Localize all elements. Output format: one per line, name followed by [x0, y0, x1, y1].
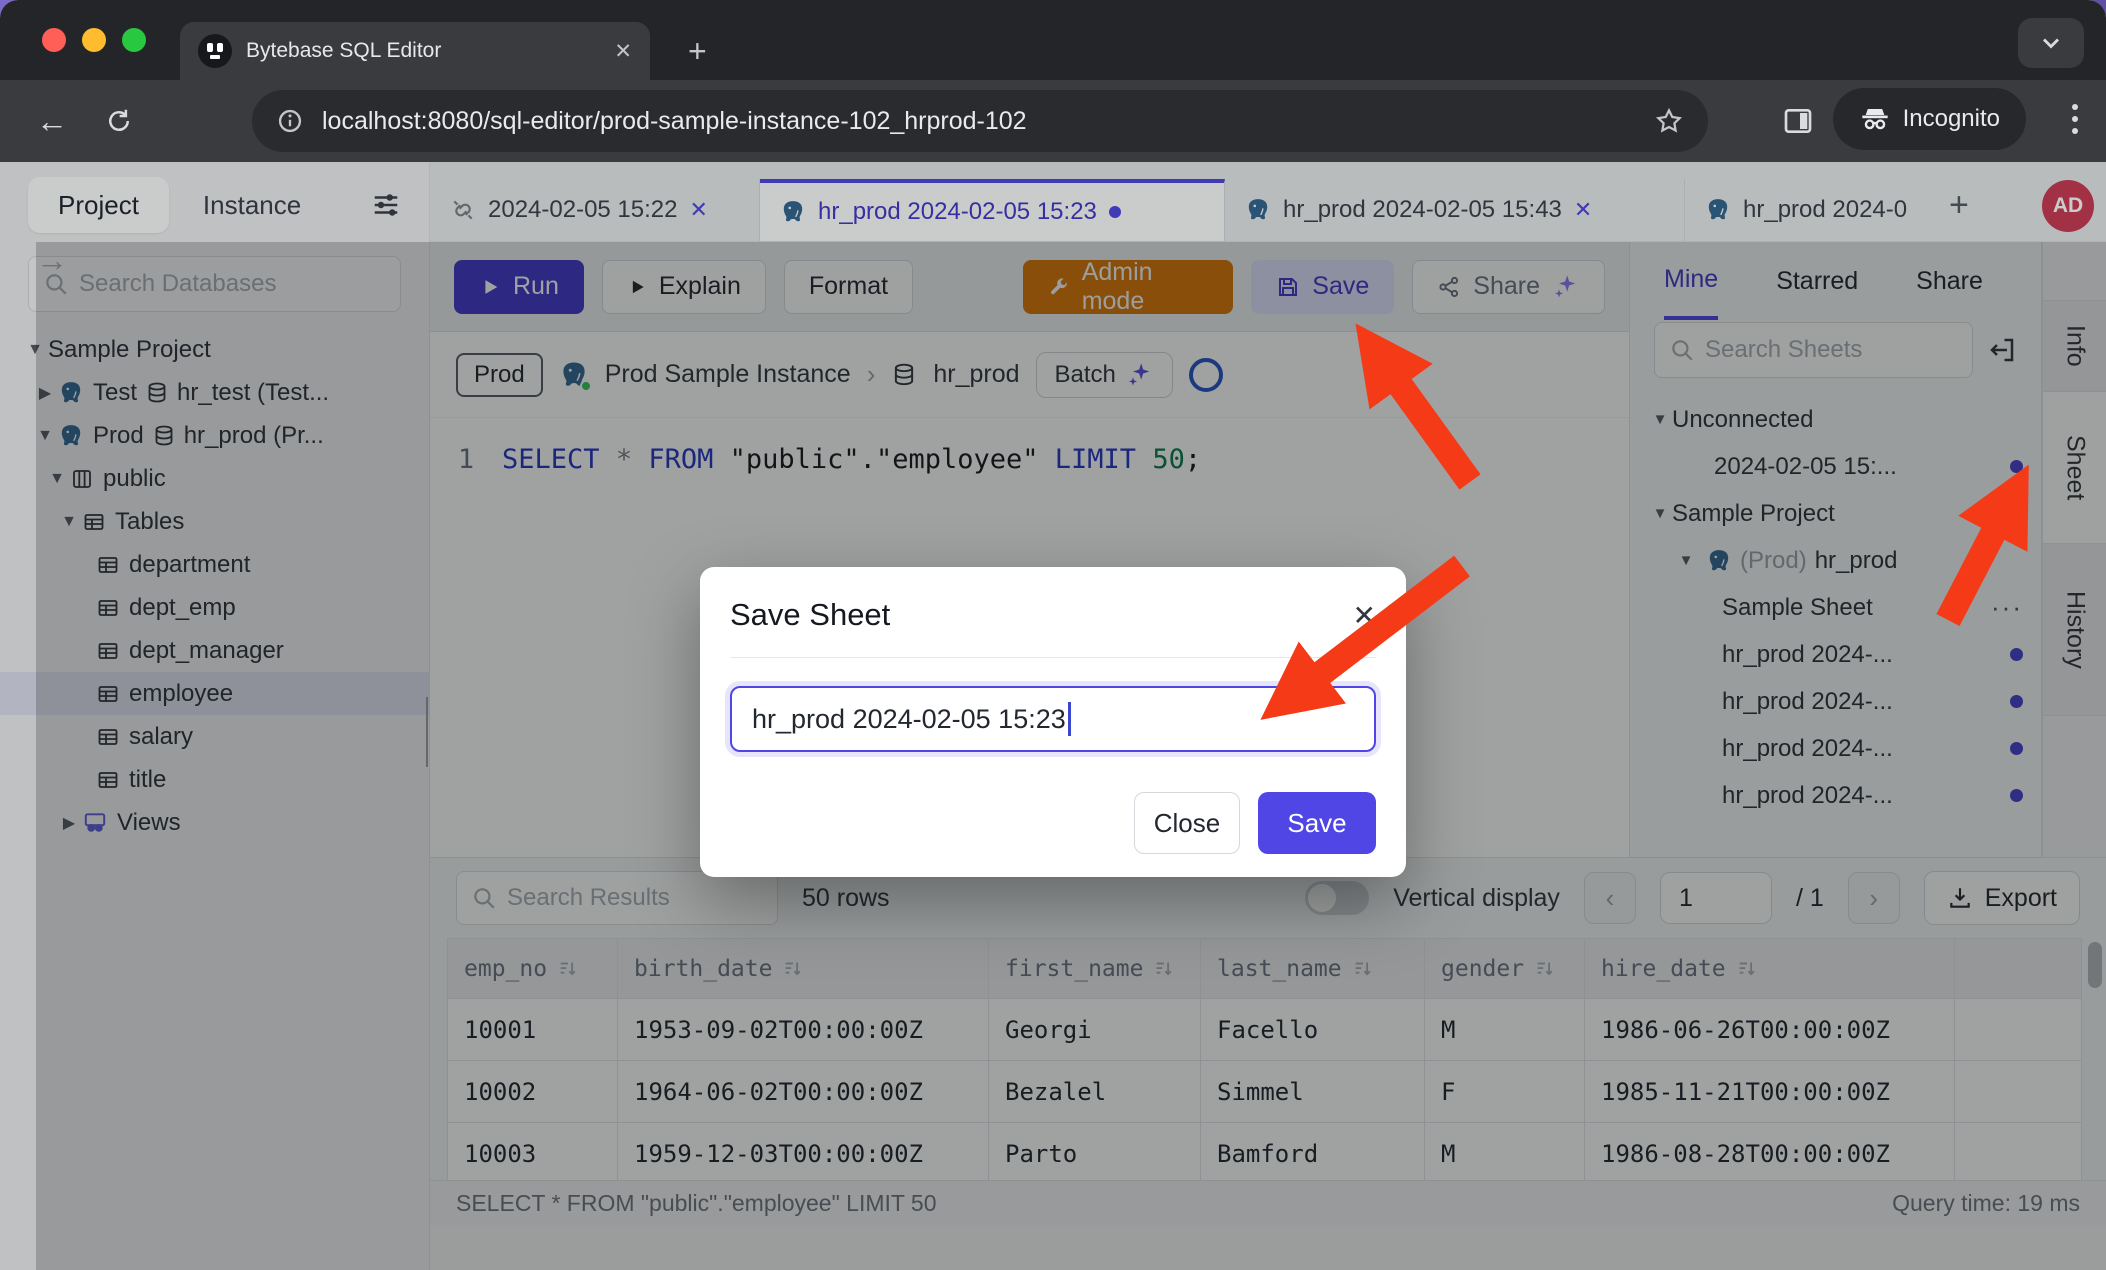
- url-text[interactable]: localhost:8080/sql-editor/prod-sample-in…: [322, 107, 1636, 136]
- close-tab-icon[interactable]: ✕: [614, 39, 632, 64]
- close-icon[interactable]: ✕: [1353, 599, 1376, 632]
- titlebar: Bytebase SQL Editor ✕ +: [0, 0, 2106, 80]
- sheet-name-value: hr_prod 2024-02-05 15:23: [752, 704, 1066, 735]
- text-caret: [1068, 702, 1071, 736]
- new-tab-button[interactable]: +: [688, 36, 707, 66]
- browser-menu-icon[interactable]: [2072, 104, 2078, 110]
- modal-divider: [730, 657, 1376, 658]
- modal-title: Save Sheet: [730, 597, 890, 633]
- close-button[interactable]: Close: [1134, 792, 1240, 854]
- site-info-icon[interactable]: [276, 107, 304, 135]
- incognito-icon: [1859, 103, 1891, 135]
- browser-tab[interactable]: Bytebase SQL Editor ✕: [180, 22, 650, 80]
- zoom-window-button[interactable]: [122, 28, 146, 52]
- incognito-badge: Incognito: [1833, 88, 2026, 150]
- sheet-name-input[interactable]: hr_prod 2024-02-05 15:23: [730, 686, 1376, 752]
- browser-tab-title: Bytebase SQL Editor: [246, 39, 600, 63]
- save-button[interactable]: Save: [1258, 792, 1376, 854]
- tab-search-button[interactable]: [2018, 18, 2084, 68]
- incognito-label: Incognito: [1903, 105, 2000, 133]
- close-window-button[interactable]: [42, 28, 66, 52]
- browser-window: Bytebase SQL Editor ✕ + ← → localhost:80…: [0, 0, 2106, 1270]
- back-icon[interactable]: ←: [36, 103, 68, 140]
- bytebase-favicon-icon: [198, 34, 232, 68]
- reload-icon[interactable]: [104, 106, 134, 136]
- side-panel-icon[interactable]: [1782, 105, 1814, 137]
- minimize-window-button[interactable]: [82, 28, 106, 52]
- save-sheet-modal: Save Sheet ✕ hr_prod 2024-02-05 15:23 Cl…: [700, 567, 1406, 877]
- browser-navbar: ← → localhost:8080/sql-editor/prod-sampl…: [0, 80, 2106, 162]
- bookmark-star-icon[interactable]: [1654, 106, 1684, 136]
- address-bar[interactable]: localhost:8080/sql-editor/prod-sample-in…: [252, 90, 1708, 152]
